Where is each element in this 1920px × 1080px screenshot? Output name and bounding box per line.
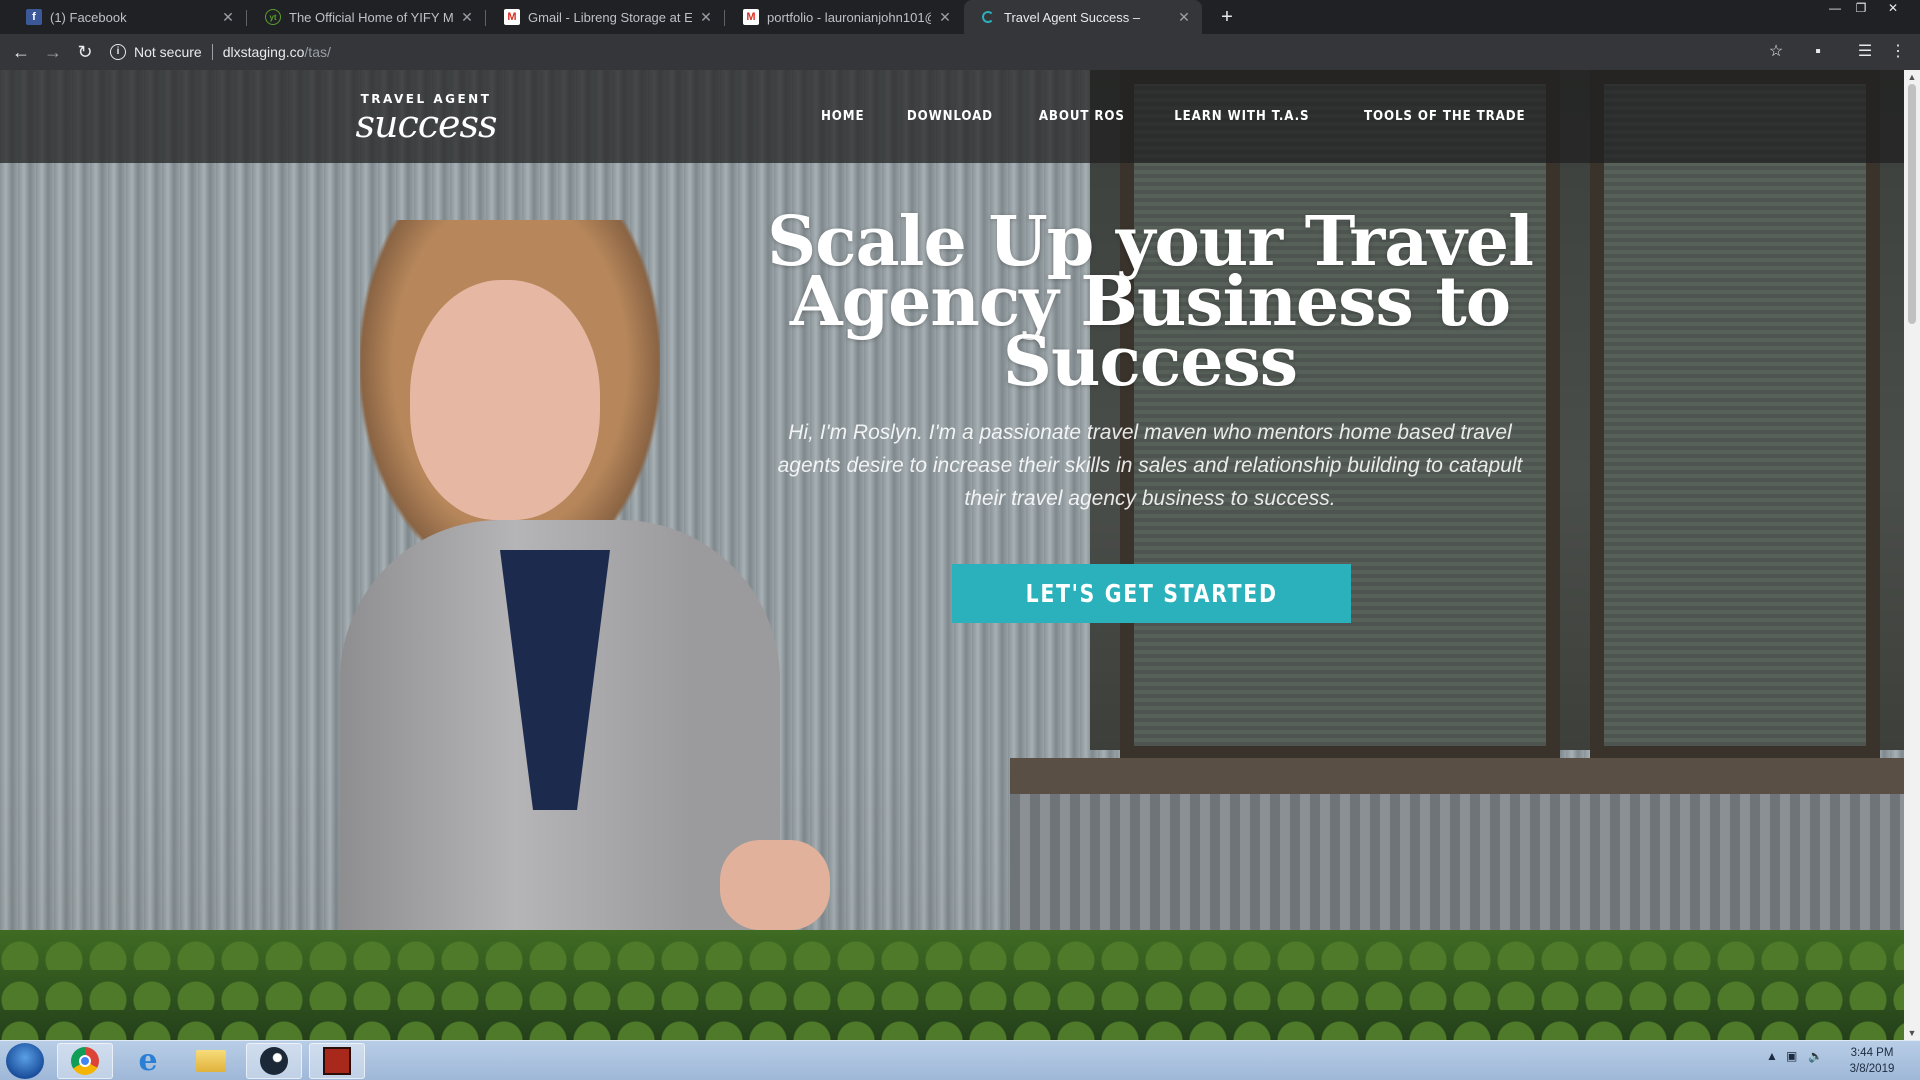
clock-date: 3/8/2019: [1849, 1063, 1895, 1075]
new-tab-button[interactable]: +: [1214, 4, 1240, 30]
close-icon[interactable]: ✕: [1176, 9, 1192, 26]
security-label[interactable]: Not secure: [134, 44, 202, 60]
tab-title: Travel Agent Success –: [1004, 9, 1141, 25]
nav-home[interactable]: HOME: [821, 108, 865, 124]
page-scrollbar[interactable]: ▲ ▼: [1904, 70, 1920, 1040]
url-host[interactable]: dlxstaging.co: [223, 44, 305, 60]
hero-background-window: [1590, 70, 1880, 760]
hero-intro-text: Hi, I'm Roslyn. I'm a passionate travel …: [777, 421, 1523, 510]
close-icon[interactable]: ✕: [459, 9, 475, 26]
main-nav: HOME DOWNLOAD ABOUT ROS LEARN WITH T.A.S…: [818, 108, 1536, 124]
minimize-icon[interactable]: —: [1822, 0, 1848, 16]
tab-title: portfolio - lauronianjohn101@gr: [767, 9, 931, 25]
nav-tools-of-the-trade[interactable]: TOOLS OF THE TRADE: [1364, 108, 1525, 124]
hero-background-hedge: [0, 930, 1904, 1040]
hero-headline: Scale Up your Travel Agency Business to …: [760, 208, 1540, 396]
tab-title: (1) Facebook: [50, 9, 127, 25]
hero-background-window: [1120, 70, 1560, 760]
scrollbar-thumb[interactable]: [1908, 84, 1916, 324]
browser-tab-travel-agent-success[interactable]: Travel Agent Success – ✕: [964, 0, 1202, 34]
internet-explorer-icon: e: [138, 1043, 158, 1078]
scroll-up-icon[interactable]: ▲: [1904, 70, 1920, 84]
taskbar-steam[interactable]: [246, 1043, 302, 1079]
back-arrow-icon[interactable]: ←: [9, 40, 33, 64]
close-icon[interactable]: ✕: [220, 9, 236, 26]
taskbar-chrome[interactable]: [57, 1043, 113, 1079]
dota2-icon: [323, 1047, 351, 1075]
nav-download[interactable]: DOWNLOAD: [907, 108, 993, 124]
volume-icon[interactable]: 🔈: [1808, 1049, 1823, 1063]
tab-title: Gmail - Libreng Storage at Email: [528, 9, 692, 25]
bookmark-star-icon[interactable]: ☆: [1764, 40, 1788, 64]
close-icon[interactable]: ✕: [937, 9, 953, 26]
forward-arrow-icon[interactable]: →: [41, 40, 65, 64]
chrome-icon-center: [79, 1055, 91, 1067]
hero-photo-face: [410, 280, 600, 520]
logo-script: success: [355, 102, 497, 146]
menu-dots-icon[interactable]: ⋮: [1886, 40, 1910, 64]
browser-tab-gmail[interactable]: M Gmail - Libreng Storage at Email ✕: [486, 0, 724, 34]
facebook-icon: f: [26, 9, 42, 25]
site-logo[interactable]: TRAVEL AGENT success: [350, 92, 502, 146]
hero-background-ledge: [1010, 758, 1904, 794]
url-path[interactable]: /tas/: [304, 44, 330, 60]
start-button[interactable]: [6, 1043, 44, 1079]
file-explorer-icon: [196, 1050, 226, 1072]
browser-toolbar: ← → ↻ i Not secure dlxstaging.co/tas/ ☆ …: [0, 34, 1920, 70]
nav-about-ros[interactable]: ABOUT ROS: [1039, 108, 1125, 124]
info-icon[interactable]: i: [110, 44, 126, 60]
browser-tab-portfolio[interactable]: M portfolio - lauronianjohn101@gr ✕: [725, 0, 963, 34]
browser-tab-yify[interactable]: yt The Official Home of YIFY Movie ✕: [247, 0, 485, 34]
browser-tab-facebook[interactable]: f (1) Facebook ✕: [8, 0, 246, 34]
steam-icon: [260, 1047, 288, 1075]
network-icon[interactable]: ▣: [1786, 1049, 1797, 1063]
site-header: TRAVEL AGENT success HOME DOWNLOAD ABOUT…: [0, 70, 1904, 163]
hero-photo-hand: [720, 840, 830, 930]
extension-icon[interactable]: ▪: [1806, 40, 1830, 64]
loading-icon: [982, 11, 994, 23]
close-icon[interactable]: ✕: [698, 9, 714, 26]
yify-icon: yt: [265, 9, 281, 25]
chrome-icon: [71, 1047, 99, 1075]
tray-expand-icon[interactable]: ▲: [1766, 1049, 1778, 1063]
windows-taskbar: e ▲ ▣ 🔈 3:44 PM 3/8/2019: [0, 1040, 1920, 1080]
window-close-icon[interactable]: ✕: [1880, 0, 1906, 16]
page-viewport: TRAVEL AGENT success HOME DOWNLOAD ABOUT…: [0, 70, 1904, 1040]
reload-icon[interactable]: ↻: [73, 40, 97, 64]
taskbar-clock[interactable]: 3:44 PM 3/8/2019: [1832, 1045, 1912, 1077]
cta-label: LET'S GET STARTED: [1025, 579, 1278, 608]
tab-title: The Official Home of YIFY Movie: [289, 9, 453, 25]
cast-icon[interactable]: ☰: [1853, 40, 1877, 64]
lets-get-started-button[interactable]: LET'S GET STARTED: [952, 564, 1351, 623]
taskbar-dota2[interactable]: [309, 1043, 365, 1079]
omnibox-divider: [211, 44, 213, 60]
scroll-down-icon[interactable]: ▼: [1904, 1026, 1920, 1040]
taskbar-internet-explorer[interactable]: e: [120, 1043, 176, 1079]
nav-learn-with-tas[interactable]: LEARN WITH T.A.S: [1174, 108, 1309, 124]
browser-tab-strip: f (1) Facebook ✕ yt The Official Home of…: [0, 0, 1920, 34]
gmail-icon: M: [743, 9, 759, 25]
address-bar[interactable]: i Not secure dlxstaging.co/tas/: [110, 38, 1780, 66]
taskbar-file-explorer[interactable]: [183, 1043, 239, 1079]
restore-icon[interactable]: ❐: [1848, 0, 1874, 16]
clock-time: 3:44 PM: [1850, 1047, 1894, 1059]
gmail-icon: M: [504, 9, 520, 25]
